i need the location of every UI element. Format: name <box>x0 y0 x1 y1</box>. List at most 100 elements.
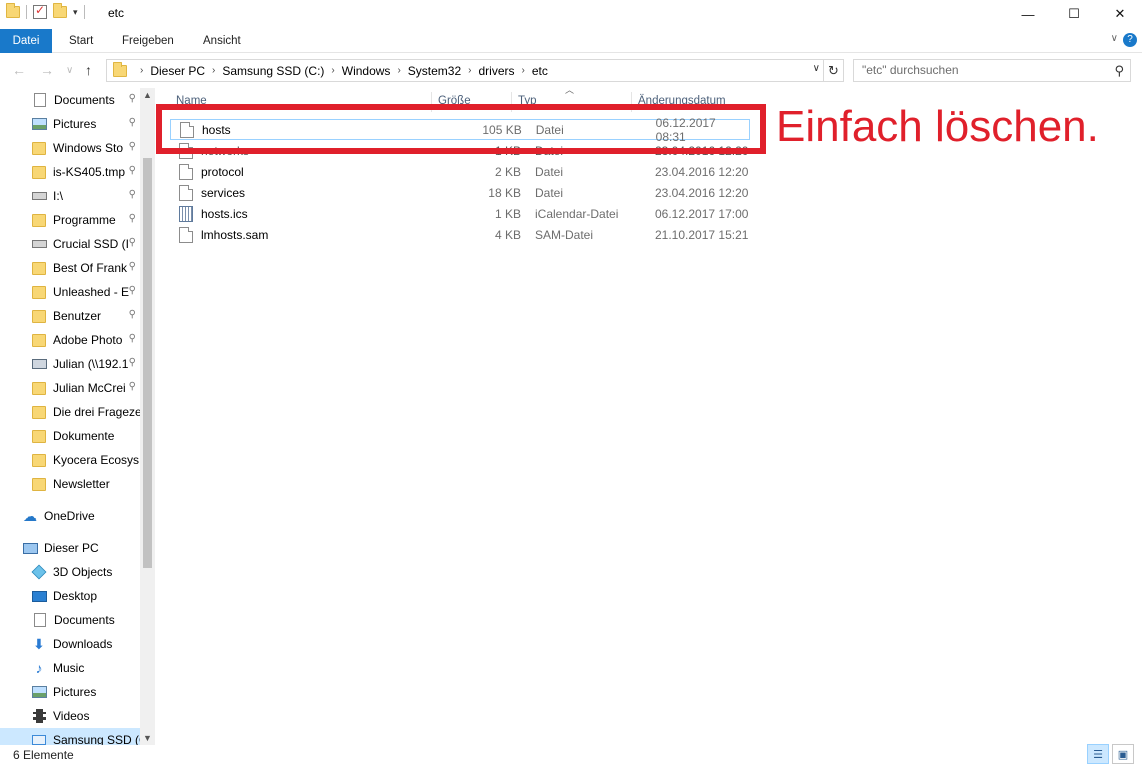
pin-icon[interactable]: ⚲ <box>129 357 136 368</box>
nav-item-windows-sto[interactable]: Windows Sto ⚲ <box>0 136 140 160</box>
nav-item-best-of-frank[interactable]: Best Of Frank ⚲ <box>0 256 140 280</box>
nav-item-is-ks405[interactable]: is-KS405.tmp ⚲ <box>0 160 140 184</box>
scroll-up-icon[interactable]: ▲ <box>143 90 152 100</box>
pin-icon[interactable]: ⚲ <box>129 117 136 128</box>
nav-item-downloads[interactable]: ⬇ Downloads <box>0 632 140 656</box>
chevron-right-icon[interactable]: › <box>522 65 525 76</box>
nav-item-samsung-ssd[interactable]: Samsung SSD (C <box>0 728 140 745</box>
scroll-down-icon[interactable]: ▼ <box>143 733 152 743</box>
nav-item-pictures[interactable]: Pictures <box>0 680 140 704</box>
annotation-highlight-box <box>156 104 766 154</box>
minimize-button[interactable]: — <box>1005 0 1051 28</box>
folder-icon <box>32 213 46 227</box>
chevron-right-icon[interactable]: › <box>468 65 471 76</box>
nav-item-crucial-ssd[interactable]: Crucial SSD (I ⚲ <box>0 232 140 256</box>
tab-freigeben[interactable]: Freigeben <box>109 29 187 53</box>
close-button[interactable]: ✕ <box>1097 0 1142 28</box>
nav-item-music[interactable]: ♪ Music <box>0 656 140 680</box>
chevron-right-icon[interactable]: › <box>331 65 334 76</box>
nav-item-newsletter[interactable]: Newsletter <box>0 472 140 496</box>
nav-item-unleashed[interactable]: Unleashed - E ⚲ <box>0 280 140 304</box>
refresh-button[interactable]: ↻ <box>824 59 844 82</box>
large-icons-view-button[interactable]: ▣ <box>1112 744 1134 764</box>
recent-locations-icon[interactable]: ∨ <box>66 65 73 76</box>
nav-item-onedrive[interactable]: ☁ OneDrive <box>0 504 140 528</box>
pin-icon[interactable]: ⚲ <box>129 141 136 152</box>
pictures-icon <box>31 686 47 698</box>
file-row-lmhosts-sam[interactable]: lmhosts.sam 4 KB SAM-Datei 21.10.2017 15… <box>170 224 750 245</box>
pin-icon[interactable]: ⚲ <box>129 213 136 224</box>
file-name: services <box>201 185 246 200</box>
pin-icon[interactable]: ⚲ <box>129 261 136 272</box>
properties-icon[interactable] <box>33 3 47 19</box>
nav-item-documents[interactable]: Documents <box>0 608 140 632</box>
nav-item-3d-objects[interactable]: 3D Objects <box>0 560 140 584</box>
nav-item-dieser-pc[interactable]: Dieser PC <box>0 536 140 560</box>
tab-ansicht[interactable]: Ansicht <box>190 29 254 53</box>
file-row-hosts-ics[interactable]: hosts.ics 1 KB iCalendar-Datei 06.12.201… <box>170 203 750 224</box>
chevron-right-icon[interactable]: › <box>397 65 400 76</box>
pin-icon[interactable]: ⚲ <box>129 93 136 104</box>
nav-item-desktop[interactable]: Desktop <box>0 584 140 608</box>
breadcrumb-drivers[interactable]: drivers <box>478 64 514 78</box>
breadcrumb-etc[interactable]: etc <box>532 64 548 78</box>
breadcrumb-windows[interactable]: Windows <box>342 64 391 78</box>
nav-item-benutzer[interactable]: Benutzer ⚲ <box>0 304 140 328</box>
back-arrow-icon[interactable]: ← <box>12 62 26 78</box>
tab-datei[interactable]: Datei <box>0 29 52 53</box>
maximize-button[interactable]: ☐ <box>1051 0 1097 28</box>
nav-item-julian-network[interactable]: Julian (\\192.1 ⚲ <box>0 352 140 376</box>
nav-pane-scrollbar[interactable]: ▲ ▼ <box>140 88 155 745</box>
up-arrow-icon[interactable]: ↑ <box>85 62 92 78</box>
desktop-icon <box>31 590 47 602</box>
nav-item-julian-mccrei[interactable]: Julian McCrei ⚲ <box>0 376 140 400</box>
file-row-protocol[interactable]: protocol 2 KB Datei 23.04.2016 12:20 <box>170 161 750 182</box>
pictures-icon <box>31 118 47 130</box>
chevron-right-icon[interactable]: › <box>140 65 143 76</box>
breadcrumb-system32[interactable]: System32 <box>408 64 461 78</box>
nav-item-pictures-quick[interactable]: Pictures ⚲ <box>0 112 140 136</box>
breadcrumb-dieser-pc[interactable]: Dieser PC <box>150 64 205 78</box>
nav-item-documents-quick[interactable]: Documents ⚲ <box>0 88 140 112</box>
nav-item-videos[interactable]: Videos <box>0 704 140 728</box>
music-icon: ♪ <box>35 660 43 676</box>
file-type: iCalendar-Datei <box>535 206 619 221</box>
documents-icon <box>34 93 46 107</box>
address-dropdown-icon[interactable]: ∨ <box>813 63 820 74</box>
nav-item-i-drive[interactable]: I:\ ⚲ <box>0 184 140 208</box>
nav-item-programme[interactable]: Programme ⚲ <box>0 208 140 232</box>
pin-icon[interactable]: ⚲ <box>129 189 136 200</box>
pin-icon[interactable]: ⚲ <box>129 381 136 392</box>
nav-item-dokumente[interactable]: Dokumente <box>0 424 140 448</box>
chevron-right-icon[interactable]: › <box>212 65 215 76</box>
videos-icon <box>32 709 46 723</box>
customize-toolbar-dropdown-icon[interactable]: ▾ <box>73 7 78 18</box>
file-date: 23.04.2016 12:20 <box>655 164 749 179</box>
file-row-services[interactable]: services 18 KB Datei 23.04.2016 12:20 <box>170 182 750 203</box>
pin-icon[interactable]: ⚲ <box>129 237 136 248</box>
tab-start[interactable]: Start <box>56 29 106 53</box>
expand-ribbon-icon[interactable]: ∨ <box>1111 33 1118 44</box>
search-input[interactable]: "etc" durchsuchen ⚲ <box>853 59 1131 82</box>
pin-icon[interactable]: ⚲ <box>129 285 136 296</box>
breadcrumb-samsung-ssd[interactable]: Samsung SSD (C:) <box>222 64 324 78</box>
nav-item-adobe-photo[interactable]: Adobe Photo ⚲ <box>0 328 140 352</box>
help-icon[interactable]: ? <box>1123 33 1137 47</box>
details-view-button[interactable]: ☰ <box>1087 744 1109 764</box>
new-folder-icon[interactable] <box>53 3 67 18</box>
divider <box>83 5 85 19</box>
address-bar[interactable]: › Dieser PC › Samsung SSD (C:) › Windows… <box>106 59 824 82</box>
network-drive-icon <box>31 359 47 369</box>
pin-icon[interactable]: ⚲ <box>129 309 136 320</box>
nav-item-die-drei-fragezei[interactable]: Die drei Fragezei <box>0 400 140 424</box>
ribbon-tabs: Datei Start Freigeben Ansicht ∨ ? <box>0 29 1142 53</box>
documents-icon <box>34 613 46 627</box>
file-size: 18 KB <box>488 185 521 200</box>
scrollbar-thumb[interactable] <box>143 158 152 568</box>
pin-icon[interactable]: ⚲ <box>129 333 136 344</box>
nav-item-kyocera[interactable]: Kyocera Ecosys M <box>0 448 140 472</box>
pin-icon[interactable]: ⚲ <box>129 165 136 176</box>
file-type: Datei <box>535 164 564 179</box>
drive-icon <box>31 192 47 200</box>
forward-arrow-icon[interactable]: → <box>40 62 54 78</box>
